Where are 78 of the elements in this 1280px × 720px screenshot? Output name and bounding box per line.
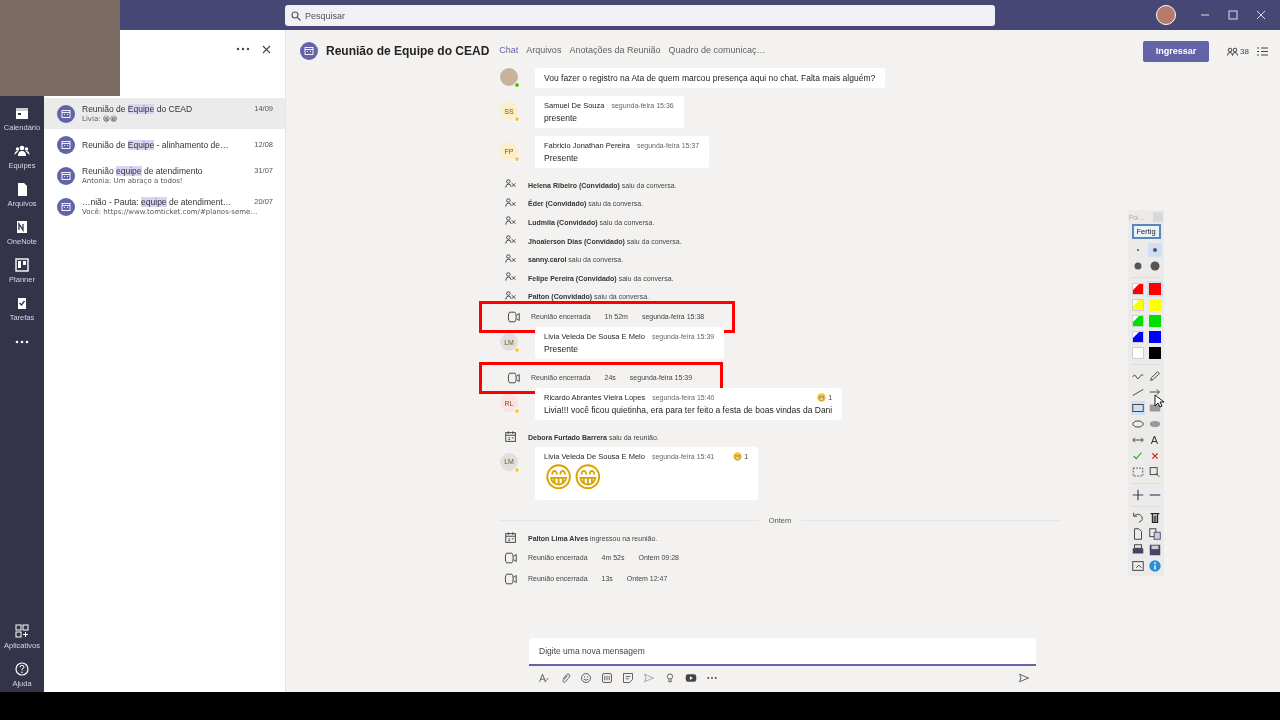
highlighter-color-swatch[interactable] <box>1129 345 1146 361</box>
highlighter-color-swatch[interactable] <box>1129 313 1146 329</box>
highlighter-color-swatch[interactable] <box>1129 281 1146 297</box>
grip-handle[interactable] <box>1153 212 1163 222</box>
smiley-icon[interactable] <box>580 672 592 684</box>
video-camera-icon <box>504 550 518 565</box>
calendar-icon <box>504 531 518 546</box>
search-field[interactable]: Pesquisar <box>285 5 995 26</box>
tab[interactable]: Anotações da Reunião <box>569 43 661 59</box>
message-text: presente <box>544 113 579 123</box>
video-camera-icon <box>507 370 521 385</box>
list-icon[interactable] <box>1257 46 1268 56</box>
tab[interactable]: Chat <box>499 43 519 59</box>
chat-title: Reunião equipe de atendimento <box>82 166 203 176</box>
undo-icon[interactable] <box>1130 511 1145 525</box>
join-button[interactable]: Ingressar <box>1143 40 1210 62</box>
calendar-icon <box>504 430 518 445</box>
pencil-icon[interactable] <box>1147 369 1162 383</box>
message-text: Presente <box>544 153 580 163</box>
ellipse-icon[interactable] <box>1130 417 1145 431</box>
printer-icon[interactable] <box>1130 543 1145 557</box>
more-icon[interactable] <box>236 47 250 51</box>
search-icon <box>291 10 301 21</box>
message-text: 😁😁 <box>544 460 604 495</box>
message-text: Presente <box>544 344 580 355</box>
tab[interactable]: Arquivos <box>526 43 562 59</box>
pen-color-swatch[interactable] <box>1146 281 1163 297</box>
pen-color-swatch[interactable] <box>1146 329 1163 345</box>
chat-title: Reunião de Equipe do CEAD <box>82 104 193 114</box>
paperclip-icon[interactable] <box>559 672 571 684</box>
apps-icon <box>14 623 30 639</box>
text-tool[interactable]: A <box>1146 432 1163 448</box>
maximize-icon[interactable] <box>1228 10 1238 20</box>
avatar[interactable] <box>1156 5 1176 25</box>
participants-button[interactable]: 38 <box>1227 46 1249 56</box>
people-icon <box>14 143 30 159</box>
meeting-icon <box>300 42 318 60</box>
gif-icon[interactable] <box>601 672 613 684</box>
copy-icon[interactable] <box>1147 527 1162 541</box>
brush-size-icon[interactable] <box>1147 243 1162 257</box>
highlighter-color-swatch[interactable] <box>1129 297 1146 313</box>
send-icon[interactable] <box>1018 672 1030 684</box>
tab[interactable]: Quadro de comunicaç… <box>668 43 766 59</box>
image-icon[interactable] <box>1130 559 1145 573</box>
notebook-icon <box>14 219 30 235</box>
meeting-icon <box>57 166 75 185</box>
pen-color-swatch[interactable] <box>1146 313 1163 329</box>
chat-title: Reunião de Equipe - alinhamento de… <box>82 139 229 150</box>
video-camera-icon <box>507 309 521 324</box>
grin-emoji-icon <box>817 393 827 403</box>
chat-title: …nião - Pauta: equipe de atendiment… <box>82 197 232 207</box>
board-icon <box>14 257 30 273</box>
video-camera-icon <box>504 571 518 586</box>
people-icon <box>1227 46 1239 56</box>
message-text: Vou fazer o registro na Ata de quem marcou presença aqui no chat. Falta mais alguém? <box>544 73 876 83</box>
meeting-icon <box>57 197 75 216</box>
cursor-icon <box>1154 394 1164 408</box>
grin-emoji-icon <box>733 451 743 461</box>
meeting-icon <box>57 135 75 154</box>
plus-icon[interactable] <box>1130 488 1145 502</box>
message-input[interactable]: Digite uma nova mensagem <box>529 638 1036 666</box>
selection-icon[interactable] <box>1130 465 1145 479</box>
video-icon[interactable] <box>685 672 697 684</box>
highlighter-color-swatch[interactable] <box>1129 329 1146 345</box>
pen-color-swatch[interactable] <box>1146 297 1163 313</box>
help-icon <box>14 661 30 677</box>
lightbulb-icon[interactable] <box>664 672 676 684</box>
message-text: Livia!!! você ficou quietinha, era para ter feito a festa de boas vindas da Dani <box>544 405 833 416</box>
meeting-icon <box>57 104 75 123</box>
pen-color-swatch[interactable] <box>1146 345 1163 361</box>
rectangle-icon[interactable] <box>1130 401 1145 415</box>
zoom-icon[interactable] <box>1147 465 1162 479</box>
sticker-icon[interactable] <box>622 672 634 684</box>
format-icon[interactable] <box>538 672 550 684</box>
close-icon[interactable] <box>262 44 271 54</box>
chat-title: Reunião de Equipe do CEAD <box>326 44 490 58</box>
calendar-icon <box>14 105 30 121</box>
more-icon[interactable] <box>14 339 30 345</box>
